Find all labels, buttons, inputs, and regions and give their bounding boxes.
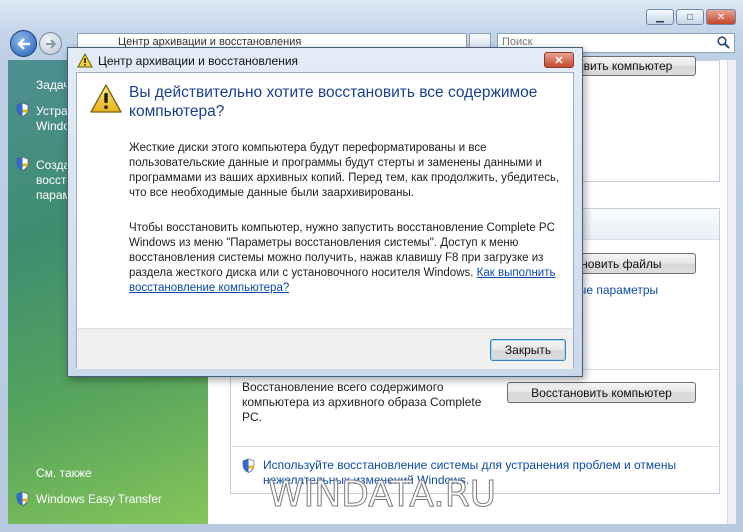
dialog-heading: Вы действительно хотите восстановить все… — [129, 84, 538, 120]
maximize-button[interactable]: □ — [676, 9, 704, 25]
dialog-paragraph-2: Чтобы восстановить компьютер, нужно запу… — [129, 221, 569, 296]
see-also-header: См. также — [36, 466, 92, 480]
task-item-label[interactable]: Windo — [36, 119, 70, 133]
close-window-button[interactable]: ✕ — [706, 9, 736, 25]
back-arrow-icon — [16, 37, 30, 50]
dialog-footer: Закрыть — [77, 328, 573, 369]
uac-shield-icon — [16, 102, 29, 117]
divider — [232, 446, 718, 447]
restore-computer-description: Восстановление всего содержимого компьют… — [242, 380, 482, 424]
uac-shield-icon — [242, 458, 255, 473]
task-item-label[interactable]: Устра — [36, 104, 68, 118]
forward-arrow-icon — [45, 38, 56, 49]
uac-shield-icon — [16, 491, 29, 506]
dialog-title: Центр архивации и восстановления — [98, 54, 299, 68]
dialog-paragraph-1: Жесткие диски этого компьютера будут пер… — [129, 142, 560, 199]
easy-transfer-link[interactable]: Windows Easy Transfer — [36, 492, 162, 506]
scrollbar[interactable] — [727, 60, 736, 524]
dialog-close-button[interactable]: ✕ — [544, 52, 574, 68]
back-button[interactable] — [10, 30, 37, 57]
watermark: WINDATA.RU — [267, 474, 497, 516]
task-item-label[interactable]: Созда — [36, 158, 70, 172]
close-button[interactable]: Закрыть — [490, 339, 566, 361]
warning-triangle-icon — [77, 53, 93, 68]
search-icon[interactable] — [717, 36, 730, 49]
warning-triangle-icon — [90, 84, 122, 113]
forward-button[interactable] — [39, 32, 62, 55]
minimize-button[interactable]: ▁ — [646, 9, 674, 25]
uac-shield-icon — [16, 156, 29, 171]
confirm-restore-dialog: Центр архивации и восстановления ✕ Вы де… — [67, 47, 583, 377]
dialog-body: Вы действительно хотите восстановить все… — [76, 72, 574, 369]
task-item-label[interactable]: парам — [36, 188, 71, 202]
restore-computer-button[interactable]: Восстановить компьютер — [507, 382, 696, 403]
